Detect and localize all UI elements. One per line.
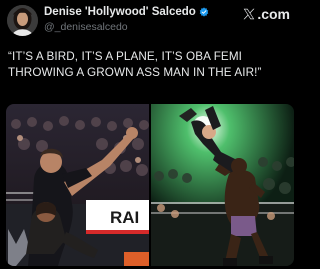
wrestling-photo-ringside-icon: RAI xyxy=(6,104,149,266)
tweet-text: “IT’S A BIRD, IT’S A PLANE, IT’S OBA FEM… xyxy=(8,49,292,80)
x-logo-text: .com xyxy=(257,6,290,22)
author-display-name[interactable]: Denise 'Hollywood' Salcedo xyxy=(44,6,209,18)
media-photo-right[interactable] xyxy=(151,104,294,266)
avatar-portrait-icon xyxy=(7,5,38,36)
x-logo-icon xyxy=(243,8,255,20)
wrestling-photo-in-ring-icon xyxy=(151,104,294,266)
post-card: Denise 'Hollywood' Salcedo @_denisesalce… xyxy=(0,0,300,269)
tweet-text-line-1: “IT’S A BIRD, IT’S A PLANE, IT’S OBA FEM… xyxy=(8,50,243,63)
tweet-text-line-2: THROWING A GROWN ASS MAN IN THE AIR!” xyxy=(8,65,262,79)
verified-badge-icon xyxy=(199,7,209,17)
author-name-text: Denise 'Hollywood' Salcedo xyxy=(44,6,196,18)
media-photo-left[interactable]: RAI xyxy=(6,104,149,266)
ringside-sign-text: RAI xyxy=(110,208,139,227)
author-avatar[interactable] xyxy=(7,5,38,36)
author-handle[interactable]: @_denisesalcedo xyxy=(44,21,128,33)
x-com-logo[interactable]: .com xyxy=(242,6,290,22)
media-grid: RAI xyxy=(6,104,294,266)
